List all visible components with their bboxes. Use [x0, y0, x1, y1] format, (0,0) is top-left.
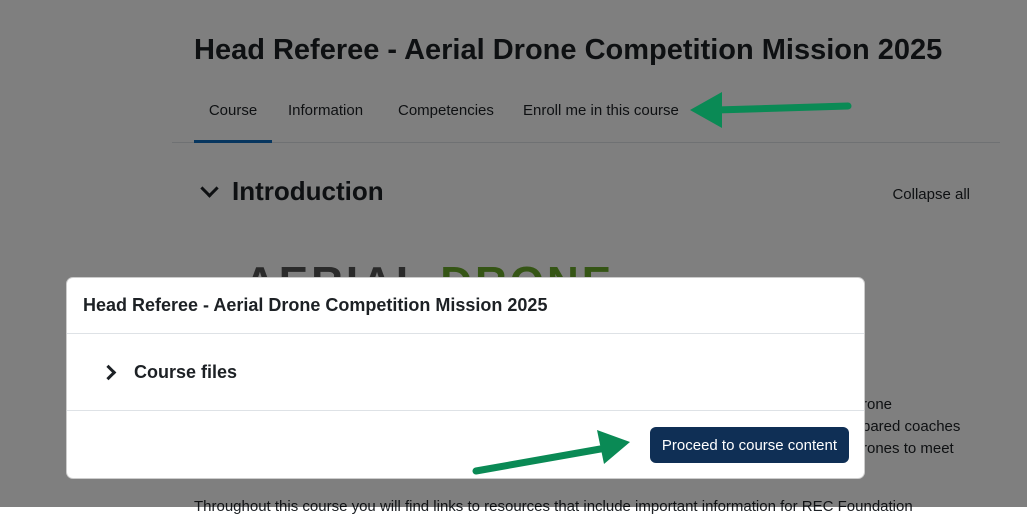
- annotation-arrows: [472, 92, 852, 475]
- arrow-icon: [472, 430, 630, 475]
- arrow-icon: [690, 92, 852, 128]
